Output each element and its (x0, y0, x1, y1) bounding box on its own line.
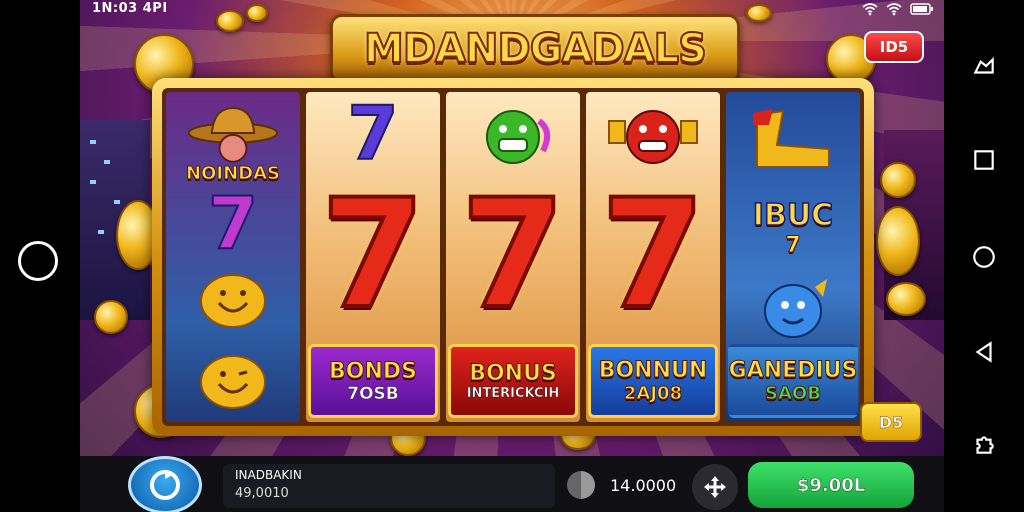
golden-boot-symbol (726, 100, 860, 180)
recents-square-icon[interactable] (966, 142, 1002, 178)
bonus-value: 2AJ08 (623, 383, 683, 405)
reel-3: 7 BONUS INTERICKCIH (446, 92, 580, 422)
green-monster-icon (486, 110, 551, 164)
move-button[interactable] (692, 464, 738, 510)
status-time: 1N:03 4PI (92, 1, 168, 16)
red-seven-symbol: 7 (586, 170, 720, 340)
gold-coin-icon (216, 10, 244, 32)
game-title-banner: MDANDGADALS (330, 14, 740, 84)
left-system-strip (0, 0, 80, 512)
reel-1: NOINDAS 7 (166, 92, 300, 422)
move-arrows-icon (704, 476, 726, 498)
reel-5-mid-sub: 7 (785, 233, 801, 259)
bottom-right-badge[interactable]: D5 (860, 402, 922, 442)
spin-icon (150, 470, 180, 500)
gold-coin-icon (94, 300, 128, 334)
wifi-icon (886, 3, 902, 16)
rainbow-seven-symbol: 7 (306, 94, 440, 174)
wifi-icon (862, 3, 878, 16)
gold-coin-icon (886, 282, 926, 316)
bonus-label: BONNUN (598, 358, 708, 384)
bonus-panel: BONNUN 2AJ08 (588, 344, 718, 418)
bonus-panel: GANEDIUS SAOB (728, 344, 858, 418)
red-monster-symbol (586, 98, 720, 174)
puzzle-icon[interactable] (966, 426, 1002, 462)
top-right-badge[interactable]: ID5 (864, 31, 924, 63)
reels-container: NOINDAS 7 7 7 BONDS 7OSB 7 BONUS INTERIC… (162, 88, 864, 426)
reel-frame: NOINDAS 7 7 7 BONDS 7OSB 7 BONUS INTERIC… (152, 78, 874, 436)
bonus-panel: BONDS 7OSB (308, 344, 438, 418)
spin-button[interactable] (128, 456, 202, 512)
purple-seven-symbol: 7 (166, 181, 300, 265)
rotate-icon[interactable] (966, 48, 1002, 84)
cowboy-symbol: NOINDAS (166, 98, 300, 188)
info-panel: INADBAKIN 49,0010 (223, 464, 555, 508)
reel-2-top-seven: 7 (346, 92, 399, 177)
reel-4: 7 BONNUN 2AJ08 (586, 92, 720, 422)
home-circle-icon[interactable] (18, 241, 58, 281)
battery-icon (910, 3, 933, 15)
gold-coin-icon (876, 206, 920, 276)
red-seven-symbol: 7 (306, 170, 440, 340)
golden-boot-icon (753, 109, 830, 168)
reel-5: IBUC 7 GANEDIUS SAOB (726, 92, 860, 422)
toggle-icon[interactable] (567, 471, 595, 499)
reel-5-mid-label: IBUC (752, 197, 834, 234)
smiley-face-icon (200, 355, 266, 409)
bonus-panel: BONUS INTERICKCIH (448, 344, 578, 418)
reel-2: 7 7 BONDS 7OSB (306, 92, 440, 422)
red-monster-icon (608, 110, 698, 164)
cowboy-hat-icon (187, 106, 279, 163)
red-seven-symbol: 7 (446, 170, 580, 340)
big-sign-symbol: IBUC 7 (726, 188, 860, 268)
gold-coin-icon (880, 162, 916, 198)
bonus-label: BONDS (329, 358, 418, 384)
smiley-pot-symbol (166, 338, 300, 420)
gold-coin-icon (246, 4, 268, 22)
bonus-value: 7OSB (347, 383, 399, 404)
blue-creature-symbol (726, 268, 860, 348)
info-value: 49,0010 (235, 486, 289, 501)
green-monster-symbol (446, 98, 580, 174)
bonus-label: BONUS (469, 361, 558, 387)
bet-value: 14.0000 (610, 476, 677, 495)
bottom-control-bar: INADBAKIN 49,0010 14.0000 $9.00L (80, 456, 944, 512)
reel-3-big-seven: 7 (459, 168, 567, 342)
reel-2-big-seven: 7 (319, 168, 427, 342)
slot-game-screen: 1N:03 4PI MDANDGADALS ID5 NOINDAS 7 7 7 … (80, 0, 944, 512)
reel-4-big-seven: 7 (599, 168, 707, 342)
bonus-value: SAOB (765, 383, 822, 405)
info-title: INADBAKIN (235, 468, 302, 482)
smiley-pot-symbol (166, 258, 300, 338)
balance-button[interactable]: $9.00L (748, 462, 914, 508)
gold-coin-icon (746, 4, 772, 22)
home-circle-icon[interactable] (966, 239, 1002, 275)
back-triangle-icon[interactable] (966, 334, 1002, 370)
right-system-strip (944, 0, 1024, 512)
bonus-value: INTERICKCIH (466, 386, 560, 402)
smiley-face-icon (200, 274, 266, 328)
reel-1-seven: 7 (207, 181, 259, 265)
blue-creature-icon (764, 279, 827, 338)
game-title: MDANDGADALS (363, 25, 708, 73)
bonus-label: GANEDIUS (728, 358, 858, 384)
